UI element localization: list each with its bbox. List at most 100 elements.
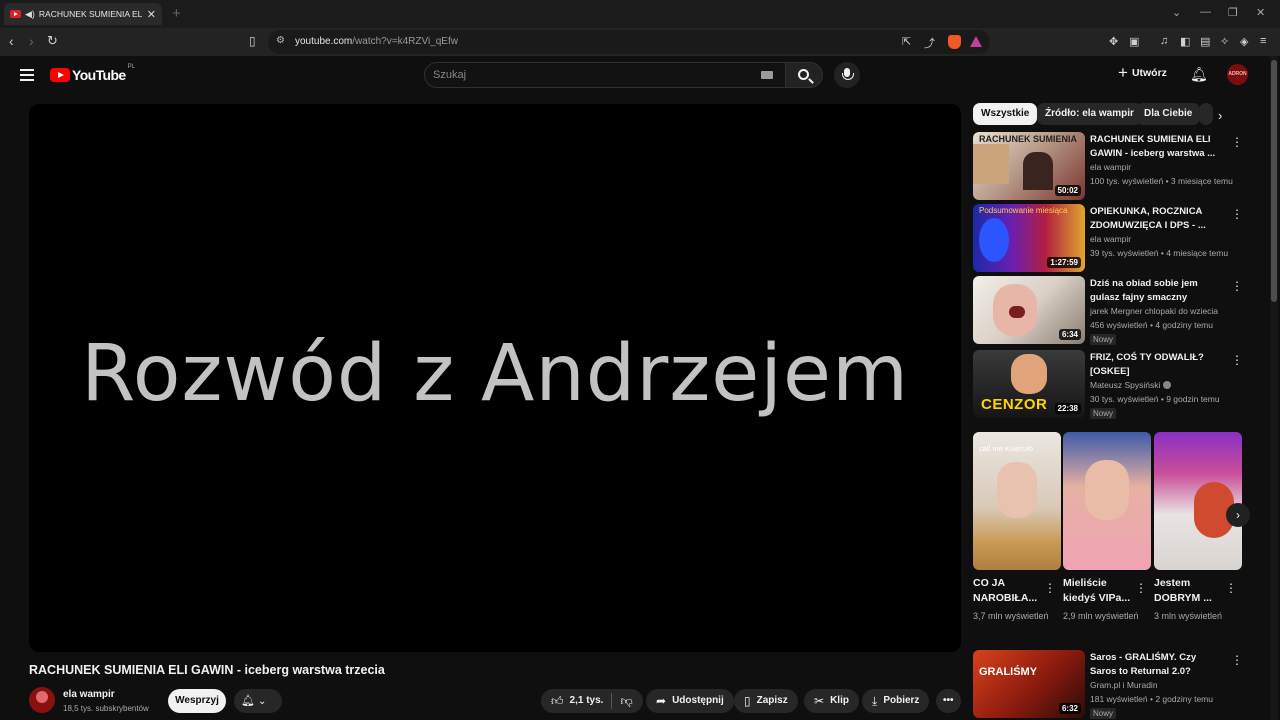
address-bar[interactable]: ⚙ youtube.com/watch?v=k4RZVi_qEfw: [268, 30, 990, 54]
reader-icon[interactable]: ▣: [1129, 35, 1139, 48]
download-button[interactable]: ⤓ Pobierz: [862, 689, 930, 713]
short-title[interactable]: Mieliście kiedyś VIPa...: [1063, 576, 1135, 606]
speaker-icon[interactable]: ◀): [25, 9, 35, 20]
channel-name[interactable]: ela wampir: [63, 689, 115, 700]
recommendation-item[interactable]: Podsumowanie miesiąca 1:27:59 OPIEKUNKA,…: [973, 204, 1263, 272]
create-button[interactable]: + Utwórz: [1118, 63, 1167, 82]
notifications-bell-icon[interactable]: 🔔︎: [1190, 66, 1208, 83]
thumbnail-text: Podsumowanie miesiąca: [979, 206, 1068, 215]
back-icon[interactable]: ‹: [9, 33, 14, 49]
recommendation-item[interactable]: 6:34 Dziś na obiad sobie jem gulasz fajn…: [973, 276, 1263, 345]
video-thumbnail[interactable]: CENZOR 22:38: [973, 350, 1085, 418]
wallet-icon[interactable]: ▤: [1200, 35, 1210, 48]
reload-icon[interactable]: ↻: [47, 33, 58, 49]
extensions-icon[interactable]: ✥: [1109, 35, 1118, 48]
channel-avatar[interactable]: [29, 687, 55, 713]
short-thumbnail[interactable]: call me Księżulo: [973, 432, 1061, 570]
share-label: Udostępnij: [672, 695, 724, 706]
chip-source[interactable]: Źródło: ela wampir: [1037, 103, 1142, 125]
more-vertical-icon[interactable]: ⋮: [1225, 581, 1237, 595]
more-actions-button[interactable]: •••: [936, 689, 961, 713]
menu-icon[interactable]: ≡: [1260, 35, 1266, 47]
open-in-app-icon[interactable]: ⇱: [902, 35, 911, 48]
video-title[interactable]: Dziś na obiad sobie jem gulasz fajny sma…: [1090, 277, 1224, 305]
video-title[interactable]: FRIZ, COŚ TY ODWALIŁ? [OSKEE]: [1090, 351, 1224, 379]
more-vertical-icon[interactable]: ⋮: [1231, 653, 1243, 667]
voice-search-icon[interactable]: [834, 62, 860, 88]
recommendation-item[interactable]: GRALIŚMY 6:32 Saros - GRALIŚMY. Czy Saro…: [973, 650, 1263, 719]
video-overlay-text: Rozwód z Andrzejem: [81, 329, 909, 419]
vpn-icon[interactable]: ◈: [1240, 35, 1248, 48]
subscription-bell-button[interactable]: 🔔︎ ⌄: [234, 689, 282, 713]
minimize-icon[interactable]: —: [1200, 6, 1211, 18]
bookmark-icon[interactable]: ▯: [249, 34, 256, 48]
restore-icon[interactable]: ❐: [1228, 6, 1238, 19]
share-button[interactable]: ➦ Udostępnij: [646, 689, 734, 713]
more-vertical-icon[interactable]: ⋮: [1231, 207, 1243, 221]
channel-name[interactable]: ela wampir: [1090, 234, 1240, 244]
page-scrollbar-thumb[interactable]: [1271, 60, 1277, 302]
channel-name[interactable]: Mateusz Spysiński: [1090, 380, 1240, 390]
keyboard-icon[interactable]: [761, 71, 773, 79]
save-button[interactable]: ▯ Zapisz: [734, 689, 798, 713]
short-thumbnail[interactable]: [1154, 432, 1242, 570]
channel-name[interactable]: jarek Mergner chlopaki do wziecia: [1090, 306, 1240, 316]
share-page-icon[interactable]: ⤴: [924, 35, 935, 51]
site-info-icon[interactable]: ⚙: [276, 35, 285, 46]
short-thumbnail[interactable]: [1063, 432, 1151, 570]
more-vertical-icon[interactable]: ⋮: [1231, 279, 1243, 293]
like-count[interactable]: 2,1 tys.: [570, 689, 604, 713]
thumbnail-text: CENZOR: [981, 396, 1048, 413]
new-tab-icon[interactable]: +: [172, 5, 181, 22]
subscriber-count: 18,5 tys. subskrybentów: [63, 704, 149, 713]
video-thumbnail[interactable]: Podsumowanie miesiąca 1:27:59: [973, 204, 1085, 272]
channel-name[interactable]: ela wampir: [1090, 162, 1240, 172]
chip-for-you[interactable]: Dla Ciebie: [1136, 103, 1201, 125]
browser-tab[interactable]: ◀) RACHUNEK SUMIENIA ELI GAWIN - iceberg…: [4, 3, 162, 25]
brave-rewards-icon[interactable]: [970, 36, 982, 47]
guide-menu-icon[interactable]: [20, 69, 34, 81]
tab-search-chevron-icon[interactable]: ⌄: [1172, 6, 1181, 19]
search-input[interactable]: [433, 67, 753, 83]
chip-partial[interactable]: [1199, 103, 1213, 125]
video-thumbnail[interactable]: GRALIŚMY 6:32: [973, 650, 1085, 718]
dislike-icon[interactable]: 👎︎: [620, 689, 632, 713]
chip-all[interactable]: Wszystkie: [973, 103, 1038, 125]
more-vertical-icon[interactable]: ⋮: [1135, 581, 1147, 595]
chips-next-icon[interactable]: ›: [1218, 108, 1222, 123]
clip-button[interactable]: ✂ Klip: [804, 689, 859, 713]
shorts-next-icon[interactable]: ›: [1226, 503, 1250, 527]
video-player[interactable]: Rozwód z Andrzejem: [29, 104, 961, 652]
video-title[interactable]: OPIEKUNKA, ROCZNICA ZDOMUWZIĘCA I DPS - …: [1090, 205, 1224, 233]
short-title[interactable]: Jestem DOBRYM ...: [1154, 576, 1226, 606]
more-vertical-icon[interactable]: ⋮: [1044, 581, 1056, 595]
brave-shields-icon[interactable]: [948, 35, 961, 49]
recommendation-item[interactable]: CENZOR 22:38 FRIZ, COŚ TY ODWALIŁ? [OSKE…: [973, 350, 1263, 419]
search-button[interactable]: [785, 62, 823, 88]
video-thumbnail[interactable]: 6:34: [973, 276, 1085, 344]
leo-ai-icon[interactable]: ✧: [1220, 35, 1229, 48]
account-avatar[interactable]: ADRON: [1227, 64, 1248, 85]
video-thumbnail[interactable]: RACHUNEK SUMIENIA 50:02: [973, 132, 1085, 200]
tab-close-icon[interactable]: ✕: [147, 8, 156, 21]
more-vertical-icon[interactable]: ⋮: [1231, 135, 1243, 149]
like-icon[interactable]: 👍︎: [551, 689, 564, 713]
recommendation-item[interactable]: RACHUNEK SUMIENIA 50:02 RACHUNEK SUMIENI…: [973, 132, 1263, 200]
video-duration: 50:02: [1054, 185, 1081, 196]
youtube-logo[interactable]: YouTube PL: [50, 64, 135, 83]
close-window-icon[interactable]: ✕: [1256, 6, 1265, 19]
plus-icon: +: [1118, 63, 1128, 82]
share-icon: ➦: [656, 694, 667, 708]
url-path: /watch?v=k4RZVi_qEfw: [352, 36, 458, 47]
url-text[interactable]: youtube.com/watch?v=k4RZVi_qEfw: [295, 36, 458, 47]
more-vertical-icon[interactable]: ⋮: [1231, 353, 1243, 367]
sidebar-icon[interactable]: ◧: [1180, 35, 1190, 48]
forward-icon[interactable]: ›: [29, 33, 34, 49]
channel-name[interactable]: Gram.pl i Muradin: [1090, 680, 1240, 690]
video-title[interactable]: Saros - GRALIŚMY. Czy Saros to Returnal …: [1090, 651, 1224, 679]
media-icon[interactable]: ♫: [1160, 35, 1168, 47]
video-title[interactable]: RACHUNEK SUMIENIA ELI GAWIN - iceberg wa…: [1090, 133, 1224, 161]
video-meta: 39 tys. wyświetleń • 4 miesiące temu: [1090, 248, 1229, 258]
support-button[interactable]: Wesprzyj: [168, 689, 226, 713]
short-title[interactable]: CO JA NAROBIŁA...: [973, 576, 1045, 606]
